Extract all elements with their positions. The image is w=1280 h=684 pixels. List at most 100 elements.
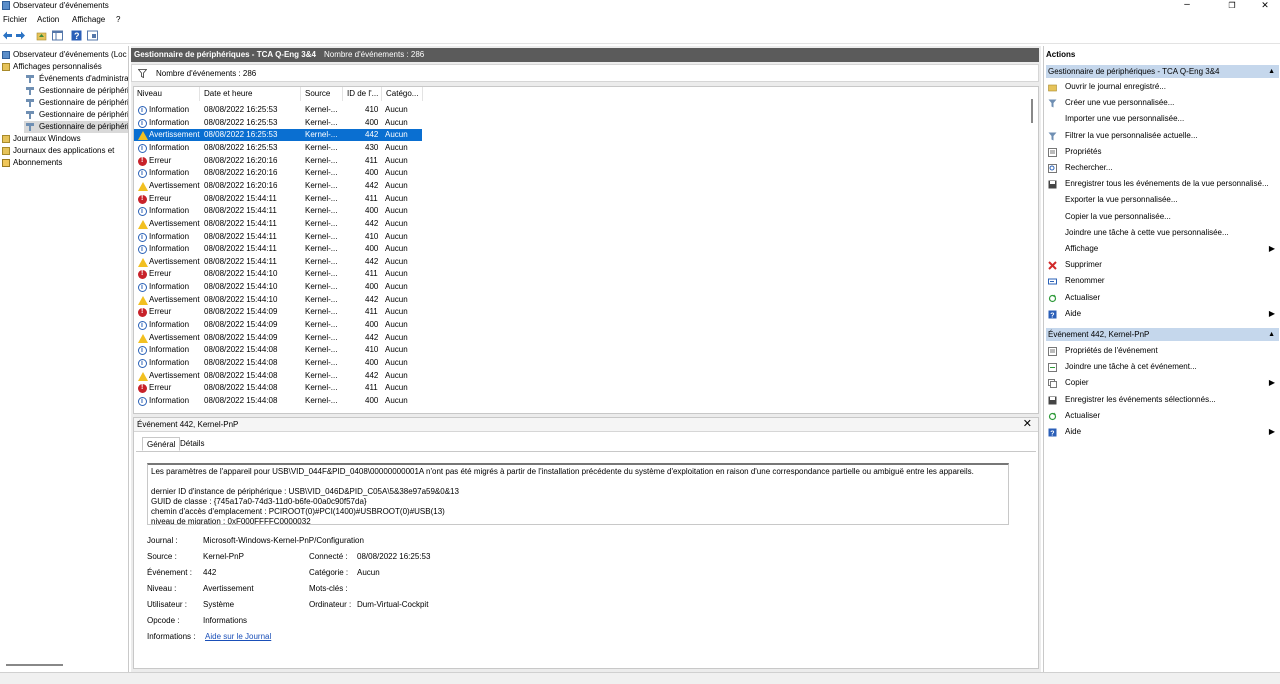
show-hide-icon[interactable] (87, 30, 98, 41)
column-niveau[interactable]: Niveau (134, 87, 200, 101)
back-arrow-icon[interactable] (2, 30, 13, 41)
event-row[interactable]: Information 08/08/2022 15:44:11 Kernel-...… (134, 243, 422, 256)
action-item[interactable]: Actualiser (1046, 291, 1279, 305)
error-icon (138, 268, 147, 280)
tree-item[interactable]: Gestionnaire de périphéri (24, 121, 128, 133)
action-item[interactable]: Copier ▶ (1046, 376, 1279, 390)
event-row[interactable]: Information 08/08/2022 15:44:08 Kernel-...… (134, 395, 422, 408)
folder-up-icon[interactable] (36, 30, 47, 41)
action-item[interactable]: Renommer (1046, 274, 1279, 288)
tree-item[interactable]: Observateur d'événements (Loc (0, 49, 128, 61)
tree-item[interactable]: ⌄Affichages personnalisés (0, 61, 128, 73)
maximize-button[interactable]: ❐ (1217, 0, 1247, 12)
forward-arrow-icon[interactable] (15, 30, 26, 41)
event-row[interactable]: Information 08/08/2022 15:44:11 Kernel-...… (134, 231, 422, 244)
event-cell-source: Kernel-... (305, 168, 338, 178)
properties-pane-icon[interactable] (52, 30, 63, 41)
event-row[interactable]: Information 08/08/2022 15:44:08 Kernel-...… (134, 357, 422, 370)
event-cell-source: Kernel-... (305, 269, 338, 279)
tab-general[interactable]: Général (142, 437, 181, 451)
menu-fichier[interactable]: Fichier (3, 14, 27, 25)
event-row[interactable]: Avertissement 08/08/2022 16:20:16 Kernel-.… (134, 180, 422, 192)
action-item[interactable]: Exporter la vue personnalisée... (1046, 193, 1279, 207)
event-row[interactable]: Information 08/08/2022 16:25:53 Kernel-...… (134, 117, 422, 130)
help-icon[interactable]: ? (71, 30, 82, 41)
action-item[interactable]: ? Aide ▶ (1046, 307, 1279, 321)
action-item[interactable]: ? Aide ▶ (1046, 425, 1279, 439)
event-list-scrollbar[interactable] (1031, 99, 1033, 123)
column-source[interactable]: Source (302, 87, 343, 101)
menu-affichage[interactable]: Affichage (72, 14, 105, 25)
event-row[interactable]: Avertissement 08/08/2022 15:44:08 Kernel-.… (134, 370, 422, 382)
event-row[interactable]: Avertissement 08/08/2022 15:44:11 Kernel-.… (134, 218, 422, 230)
event-row[interactable]: Erreur 08/08/2022 15:44:09 Kernel-... 411 Au… (134, 306, 422, 318)
label-motscles: Mots-clés : (309, 584, 348, 593)
tree-item[interactable]: ›Journaux des applications et (0, 145, 128, 157)
collapse-arrow-icon[interactable]: ▲ (1268, 65, 1275, 78)
event-row[interactable]: Information 08/08/2022 15:44:09 Kernel-...… (134, 319, 422, 332)
action-item[interactable]: Joindre une tâche à cette vue personnali… (1046, 226, 1279, 240)
event-description[interactable]: Les paramètres de l'appareil pour USB\VI… (147, 463, 1009, 525)
tab-details[interactable]: Détails (176, 437, 208, 451)
event-row[interactable]: Erreur 08/08/2022 15:44:11 Kernel-... 411 Au… (134, 193, 422, 205)
action-item[interactable]: Propriétés (1046, 145, 1279, 159)
tree-item[interactable]: ›Journaux Windows (0, 133, 128, 145)
event-row[interactable]: Avertissement 08/08/2022 15:44:09 Kernel-.… (134, 332, 422, 344)
tree-item[interactable]: Gestionnaire de périphéri (0, 97, 128, 109)
filter-icon (1048, 132, 1057, 141)
tree-horizontal-scrollbar[interactable] (6, 664, 63, 666)
warning-icon (138, 131, 148, 141)
close-details-button[interactable]: ✕ (1023, 417, 1032, 431)
filter-icon (26, 99, 34, 107)
action-label: Actualiser (1065, 410, 1101, 420)
event-cell-date: 08/08/2022 15:44:11 (204, 206, 277, 216)
action-item[interactable]: Joindre une tâche à cet événement... (1046, 360, 1279, 374)
menu-help[interactable]: ? (116, 14, 120, 25)
event-row[interactable]: Avertissement 08/08/2022 16:25:53 Kernel-.… (134, 129, 422, 142)
action-item[interactable]: Propriétés de l'événement (1046, 344, 1279, 358)
event-row[interactable]: Erreur 08/08/2022 16:20:16 Kernel-... 411 Au… (134, 155, 422, 167)
event-row[interactable]: Avertissement 08/08/2022 15:44:10 Kernel-.… (134, 294, 422, 306)
event-row[interactable]: Erreur 08/08/2022 15:44:08 Kernel-... 411 Au… (134, 382, 422, 394)
action-item[interactable]: Rechercher... (1046, 161, 1279, 175)
action-item[interactable]: Enregistrer tous les événements de la vu… (1046, 177, 1279, 191)
close-window-button[interactable]: ✕ (1250, 0, 1280, 12)
action-item[interactable]: Supprimer (1046, 258, 1279, 272)
action-item[interactable]: Actualiser (1046, 409, 1279, 423)
help-journal-link[interactable]: Aide sur le Journal (205, 631, 271, 643)
action-item[interactable]: Importer une vue personnalisée... (1046, 112, 1279, 126)
event-row[interactable]: Information 08/08/2022 16:25:53 Kernel-...… (134, 142, 422, 155)
event-viewer-app-icon (2, 1, 10, 10)
action-label: Aide (1065, 308, 1082, 318)
tree-item[interactable]: Événements d'administra (0, 73, 128, 85)
event-list[interactable]: Niveau Date et heure Source ID de l'... … (133, 86, 1039, 414)
tree-item[interactable]: Gestionnaire de périphéri (0, 85, 128, 97)
event-row[interactable]: Erreur 08/08/2022 15:44:10 Kernel-... 411 Au… (134, 268, 422, 280)
event-cell-id: 400 (365, 206, 379, 216)
actions-section-event[interactable]: Événement 442, Kernel-PnP ▲ (1046, 328, 1279, 341)
actions-section-view[interactable]: Gestionnaire de périphériques - TCA Q-En… (1046, 65, 1279, 78)
event-row[interactable]: Information 08/08/2022 16:20:16 Kernel-...… (134, 167, 422, 180)
action-item[interactable]: Affichage ▶ (1046, 242, 1279, 256)
action-item[interactable]: Enregistrer les événements sélectionnés.… (1046, 393, 1279, 407)
column-categorie[interactable]: Catégo... (383, 87, 423, 101)
event-row[interactable]: Information 08/08/2022 16:25:53 Kernel-...… (134, 104, 422, 117)
tree-item[interactable]: Gestionnaire de périphéri (0, 109, 128, 121)
event-row[interactable]: Information 08/08/2022 15:44:08 Kernel-...… (134, 344, 422, 357)
event-cell-source: Kernel-... (305, 155, 338, 165)
event-row[interactable]: Avertissement 08/08/2022 15:44:11 Kernel-.… (134, 256, 422, 268)
event-row[interactable]: Information 08/08/2022 15:44:11 Kernel-...… (134, 205, 422, 218)
minimize-button[interactable]: – (1172, 0, 1202, 12)
action-item[interactable]: Filtrer la vue personnalisée actuelle... (1046, 129, 1279, 143)
action-label: Importer une vue personnalisée... (1065, 114, 1185, 124)
event-row[interactable]: Information 08/08/2022 15:44:10 Kernel-...… (134, 281, 422, 294)
action-item[interactable]: Créer une vue personnalisée... (1046, 96, 1279, 110)
action-item[interactable]: Copier la vue personnalisée... (1046, 210, 1279, 224)
collapse-arrow-icon[interactable]: ▲ (1268, 328, 1275, 341)
column-id[interactable]: ID de l'... (344, 87, 382, 101)
action-item[interactable]: Ouvrir le journal enregistré... (1046, 80, 1279, 94)
column-date[interactable]: Date et heure (201, 87, 301, 101)
event-cell-date: 08/08/2022 15:44:11 (204, 218, 277, 228)
menu-action[interactable]: Action (37, 14, 59, 25)
tree-item[interactable]: Abonnements (0, 157, 128, 169)
